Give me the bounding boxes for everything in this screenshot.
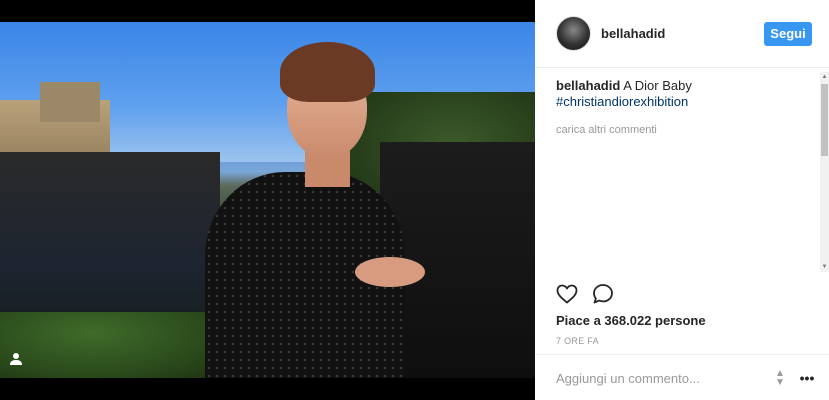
caption: bellahadid A Dior Baby #christiandiorexh… — [556, 78, 811, 110]
avatar[interactable] — [556, 16, 591, 51]
scrollbar-thumb[interactable] — [821, 84, 828, 156]
caption-text: A Dior Baby — [623, 78, 692, 93]
resize-icon[interactable]: ▲ ▼ — [773, 369, 787, 388]
photo-building-roof — [40, 82, 100, 122]
post-side-panel: bellahadid Segui bellahadid A Dior Baby … — [535, 0, 829, 400]
heart-icon[interactable] — [555, 282, 579, 306]
user-tag-icon[interactable] — [8, 352, 24, 368]
caption-hashtag[interactable]: #christiandiorexhibition — [556, 94, 811, 110]
likes-count[interactable]: Piace a 368.022 persone — [556, 313, 706, 328]
photo-subject-hair — [280, 42, 375, 102]
scroll-down-icon[interactable]: ▼ — [820, 262, 829, 272]
post-header: bellahadid Segui — [535, 0, 829, 68]
username[interactable]: bellahadid — [601, 26, 665, 41]
add-comment-bar: ▲▼ ••• — [535, 354, 829, 400]
scroll-up-icon[interactable]: ▲ — [820, 72, 829, 82]
user-tag-icon-svg — [10, 353, 22, 365]
more-options-icon[interactable]: ••• — [797, 369, 817, 387]
post-timestamp: 7 ORE FA — [556, 336, 599, 346]
comment-input[interactable] — [556, 369, 766, 387]
comments-scrollbar[interactable]: ▲ ▼ — [820, 72, 829, 272]
follow-button[interactable]: Segui — [764, 22, 812, 46]
photo-subject-hand — [355, 257, 425, 287]
post-photo[interactable] — [0, 22, 535, 378]
photo-subject — [205, 42, 425, 378]
comments-section: bellahadid A Dior Baby #christiandiorexh… — [556, 78, 811, 268]
photo-pane — [0, 0, 535, 400]
photo-hedge — [0, 312, 230, 378]
load-more-comments[interactable]: carica altri commenti — [556, 122, 657, 138]
comment-icon[interactable] — [591, 282, 615, 306]
caption-author[interactable]: bellahadid — [556, 78, 620, 93]
